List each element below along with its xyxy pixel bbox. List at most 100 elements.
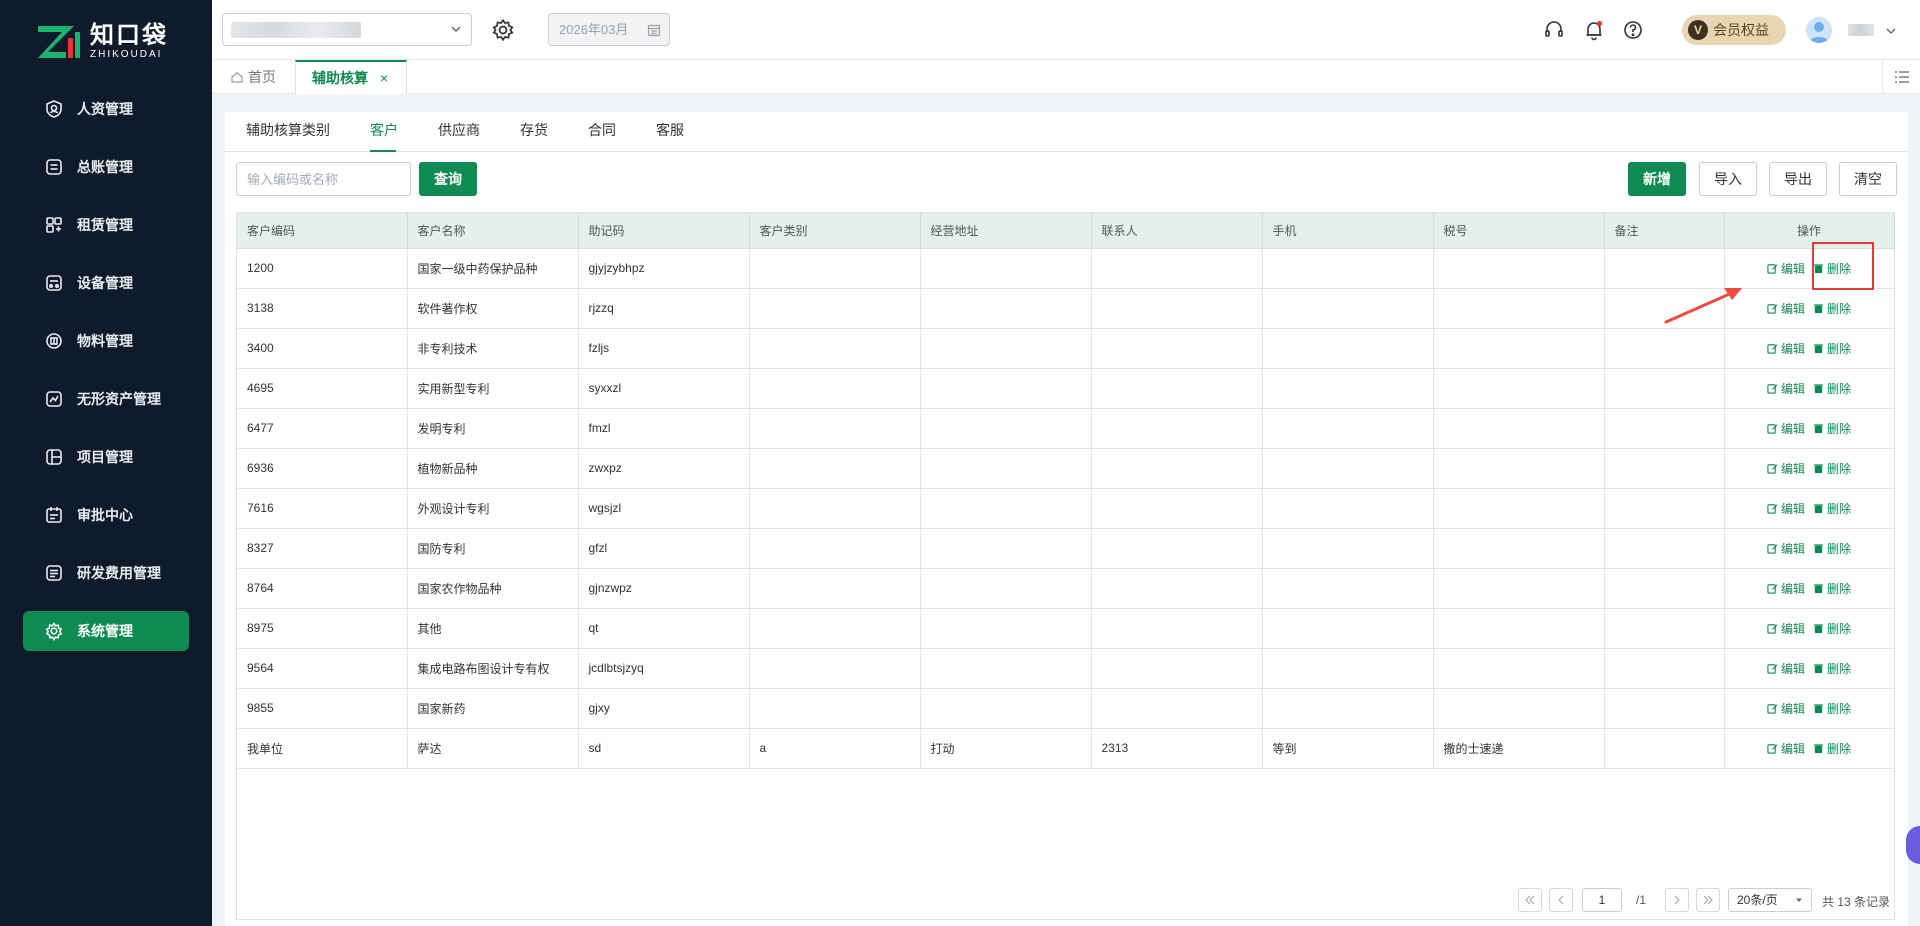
sidebar-item-system[interactable]: 系统管理 xyxy=(23,611,189,651)
table-row[interactable]: 7616 外观设计专利 wgsjzl 编辑 删除 xyxy=(237,488,1895,529)
delete-button[interactable]: 删除 xyxy=(1813,700,1851,717)
sidebar-item-intangible-assets[interactable]: 无形资产管理 xyxy=(23,379,189,419)
vip-benefits-button[interactable]: V 会员权益 xyxy=(1682,15,1786,45)
search-input[interactable] xyxy=(236,162,411,196)
column-header[interactable]: 联系人 xyxy=(1091,213,1263,249)
delete-button[interactable]: 删除 xyxy=(1813,540,1851,557)
column-header[interactable]: 客户类别 xyxy=(749,213,921,249)
delete-label: 删除 xyxy=(1827,701,1852,716)
column-header[interactable]: 备注 xyxy=(1604,213,1725,249)
next-page-button[interactable] xyxy=(1665,888,1689,912)
subtab-suppliers[interactable]: 供应商 xyxy=(438,120,480,140)
table-row[interactable]: 我单位 萨达 sd a 打动 2313 等到 撒的士速递 编辑 删除 xyxy=(237,728,1895,769)
edit-button[interactable]: 编辑 xyxy=(1767,260,1805,277)
chat-widget-button[interactable] xyxy=(1906,826,1920,864)
table-row[interactable]: 6477 发明专利 fmzl 编辑 删除 xyxy=(237,408,1895,449)
delete-button[interactable]: 删除 xyxy=(1813,660,1851,677)
column-header[interactable]: 客户编码 xyxy=(237,213,408,249)
table-cell xyxy=(920,368,1092,409)
edit-button[interactable]: 编辑 xyxy=(1767,660,1805,677)
edit-icon xyxy=(1767,583,1778,594)
edit-button[interactable]: 编辑 xyxy=(1767,340,1805,357)
subtab-customer-service[interactable]: 客服 xyxy=(656,120,684,140)
column-header[interactable]: 助记码 xyxy=(578,213,750,249)
table-row[interactable]: 1200 国家一级中药保护品种 gjyjzybhpz 编辑 删除 xyxy=(237,248,1895,289)
edit-button[interactable]: 编辑 xyxy=(1767,420,1805,437)
delete-button[interactable]: 删除 xyxy=(1813,740,1851,757)
add-button[interactable]: 新增 xyxy=(1628,162,1686,196)
delete-button[interactable]: 删除 xyxy=(1813,620,1851,637)
period-picker[interactable]: 2026年03月 xyxy=(548,13,670,46)
clear-button[interactable]: 清空 xyxy=(1839,162,1897,196)
delete-button[interactable]: 删除 xyxy=(1813,340,1851,357)
subtab-categories[interactable]: 辅助核算类别 xyxy=(246,120,330,140)
table-row[interactable]: 3138 软件著作权 rjzzq 编辑 删除 xyxy=(237,288,1895,329)
sidebar-item-ledger[interactable]: 总账管理 xyxy=(23,147,189,187)
table-row[interactable]: 8975 其他 qt 编辑 删除 xyxy=(237,608,1895,649)
sidebar-item-device[interactable]: 设备管理 xyxy=(23,263,189,303)
edit-button[interactable]: 编辑 xyxy=(1767,540,1805,557)
table-row[interactable]: 3400 非专利技术 fzljs 编辑 删除 xyxy=(237,328,1895,369)
table-row[interactable]: 4695 实用新型专利 syxxzl 编辑 删除 xyxy=(237,368,1895,409)
headset-icon[interactable] xyxy=(1542,18,1566,42)
delete-button[interactable]: 删除 xyxy=(1813,380,1851,397)
edit-button[interactable]: 编辑 xyxy=(1767,300,1805,317)
page-size-select[interactable]: 20条/页 xyxy=(1728,888,1812,912)
subtab-contracts[interactable]: 合同 xyxy=(588,120,616,140)
import-button[interactable]: 导入 xyxy=(1699,162,1757,196)
edit-button[interactable]: 编辑 xyxy=(1767,460,1805,477)
sidebar-item-project[interactable]: 项目管理 xyxy=(23,437,189,477)
edit-label: 编辑 xyxy=(1780,421,1805,436)
delete-button[interactable]: 删除 xyxy=(1813,580,1851,597)
table-header-row: 客户编码 客户名称 助记码 客户类别 经营地址 联系人 手机 税号 备注 操作 xyxy=(237,213,1895,249)
edit-button[interactable]: 编辑 xyxy=(1767,580,1805,597)
tab-list-menu[interactable] xyxy=(1882,60,1920,94)
edit-button[interactable]: 编辑 xyxy=(1767,500,1805,517)
table-cell xyxy=(749,408,921,449)
edit-button[interactable]: 编辑 xyxy=(1767,740,1805,757)
first-page-button[interactable] xyxy=(1518,888,1542,912)
avatar[interactable] xyxy=(1806,17,1832,43)
notification-bell-icon[interactable] xyxy=(1582,18,1606,42)
sidebar-item-approval[interactable]: 审批中心 xyxy=(23,495,189,535)
table-row[interactable]: 8327 国防专利 gfzl 编辑 删除 xyxy=(237,528,1895,569)
prev-page-button[interactable] xyxy=(1549,888,1573,912)
subtab-inventory[interactable]: 存货 xyxy=(520,120,548,140)
column-header[interactable]: 客户名称 xyxy=(407,213,579,249)
page-number-input[interactable]: 1 xyxy=(1582,888,1622,912)
subtab-customers[interactable]: 客户 xyxy=(370,120,398,140)
last-page-button[interactable] xyxy=(1696,888,1720,912)
table-row[interactable]: 9564 集成电路布图设计专有权 jcdlbtsjzyq 编辑 删除 xyxy=(237,648,1895,689)
company-select[interactable] xyxy=(222,13,472,46)
sidebar-item-material[interactable]: 物料管理 xyxy=(23,321,189,361)
edit-button[interactable]: 编辑 xyxy=(1767,380,1805,397)
table-row[interactable]: 9855 国家新药 gjxy 编辑 删除 xyxy=(237,688,1895,729)
export-button[interactable]: 导出 xyxy=(1769,162,1827,196)
delete-button[interactable]: 删除 xyxy=(1813,420,1851,437)
username-redacted[interactable] xyxy=(1848,24,1874,36)
table-row[interactable]: 6936 植物新品种 zwxpz 编辑 删除 xyxy=(237,448,1895,489)
edit-button[interactable]: 编辑 xyxy=(1767,620,1805,637)
table-row[interactable]: 8764 国家农作物品种 gjnzwpz 编辑 删除 xyxy=(237,568,1895,609)
tab-home[interactable]: 首页 xyxy=(230,67,276,87)
delete-button[interactable]: 删除 xyxy=(1813,300,1851,317)
table-cell xyxy=(1433,448,1605,489)
column-header[interactable]: 税号 xyxy=(1433,213,1605,249)
delete-button[interactable]: 删除 xyxy=(1813,460,1851,477)
column-header[interactable]: 手机 xyxy=(1262,213,1434,249)
sidebar-item-rd-cost[interactable]: 研发费用管理 xyxy=(23,553,189,593)
tab-auxiliary-accounting[interactable]: 辅助核算 × xyxy=(295,60,407,94)
delete-button[interactable]: 删除 xyxy=(1813,500,1851,517)
column-header[interactable]: 经营地址 xyxy=(920,213,1092,249)
query-button[interactable]: 查询 xyxy=(419,162,477,196)
brand-logo[interactable]: 知口袋 ZHIKOUDAI xyxy=(36,22,168,62)
help-icon[interactable] xyxy=(1621,18,1645,42)
settings-gear-icon[interactable] xyxy=(490,17,516,43)
sidebar-item-hr[interactable]: 人资管理 xyxy=(23,89,189,129)
table-cell: 国防专利 xyxy=(407,528,579,569)
edit-button[interactable]: 编辑 xyxy=(1767,700,1805,717)
close-icon[interactable]: × xyxy=(380,70,388,86)
chevron-down-icon[interactable] xyxy=(1884,24,1898,38)
sidebar-item-lease[interactable]: 租赁管理 xyxy=(23,205,189,245)
table-cell xyxy=(749,488,921,529)
